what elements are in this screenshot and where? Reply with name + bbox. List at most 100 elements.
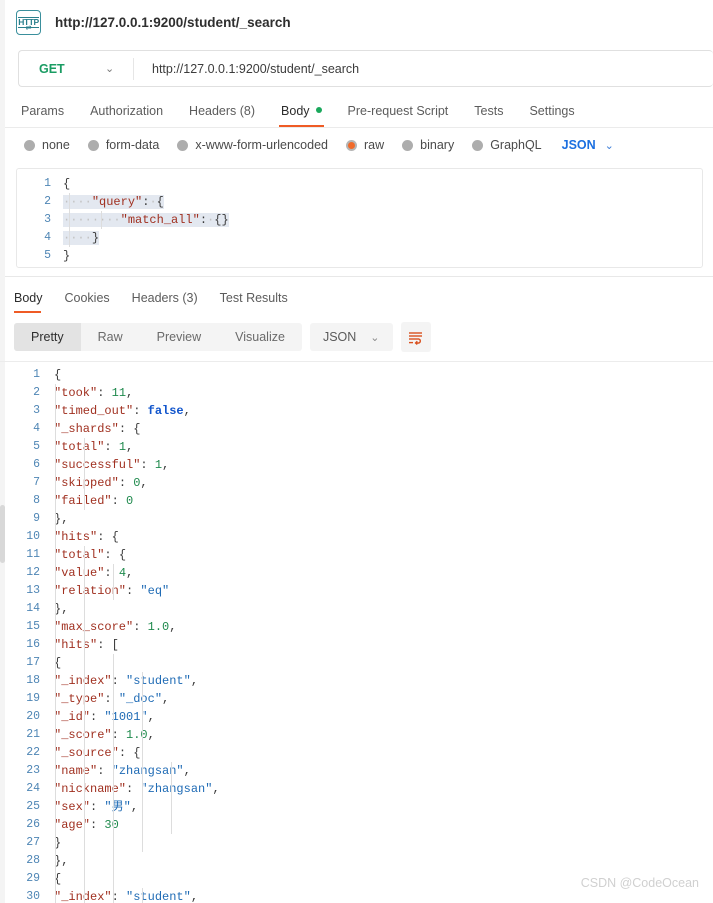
indent-guide	[69, 229, 70, 247]
indent-guide	[142, 690, 143, 708]
indent-guide	[55, 564, 56, 582]
code-line-content: "sex": "男",	[54, 798, 713, 816]
code-line-content: "value": 4,	[54, 564, 134, 582]
radio-icon[interactable]	[87, 139, 99, 151]
body-type-raw[interactable]: raw	[346, 138, 384, 152]
line-number: 4	[33, 422, 40, 435]
request-format-label: JSON	[561, 138, 596, 152]
line-number: 22	[26, 746, 40, 759]
request-tab-pre-request-script[interactable]: Pre-request Script	[335, 104, 462, 127]
indent-guide	[69, 193, 70, 211]
request-format-select[interactable]: JSON ⌄	[562, 138, 614, 152]
indent-guide	[84, 780, 85, 798]
view-mode-preview[interactable]: Preview	[140, 323, 218, 351]
indent-guide	[142, 798, 143, 816]
code-line: 1{	[17, 175, 702, 193]
method-label[interactable]: GET	[19, 62, 105, 76]
body-type-graphql[interactable]: GraphQL	[472, 138, 542, 152]
indent-guide	[55, 456, 56, 474]
chevron-down-icon[interactable]: ⌄	[105, 62, 133, 75]
request-tab-params[interactable]: Params	[16, 104, 77, 127]
indent-guide	[142, 888, 143, 903]
url-bar: GET ⌄ http://127.0.0.1:9200/student/_sea…	[18, 50, 713, 87]
indent-guide	[55, 780, 56, 798]
radio-icon[interactable]	[24, 139, 35, 151]
indent-guide	[142, 726, 143, 744]
request-tab-authorization[interactable]: Authorization	[77, 104, 176, 127]
code-line-content: "failed": 0	[54, 492, 134, 510]
indent-guide	[142, 708, 143, 726]
response-body-panel: 1{2 "took": 11, 3 "timed_out": false, 4 "_sha…	[0, 361, 713, 903]
request-tab-body[interactable]: Body	[268, 104, 335, 127]
code-line-content: "total": 1,	[54, 438, 134, 456]
indent-guide	[84, 456, 85, 474]
line-number: 12	[26, 566, 40, 579]
body-type-none[interactable]: none	[24, 138, 70, 152]
radio-icon[interactable]	[402, 139, 414, 151]
response-tabs: Body Cookies Headers (3) Test Results	[0, 277, 713, 313]
code-line: 6 "successful": 1,	[0, 456, 713, 474]
radio-icon[interactable]	[346, 139, 357, 151]
indent-guide	[84, 582, 85, 600]
request-tab-tests[interactable]: Tests	[461, 104, 516, 127]
indent-guide	[142, 672, 143, 690]
radio-icon[interactable]	[472, 139, 484, 151]
indent-guide	[55, 636, 56, 654]
indent-guide	[55, 744, 56, 762]
code-line: 2 "took": 11,	[0, 384, 713, 402]
line-number: 20	[26, 710, 40, 723]
response-tab-test-results[interactable]: Test Results	[209, 291, 299, 313]
request-tab-headers-8[interactable]: Headers (8)	[176, 104, 268, 127]
code-line: 26 "age": 30	[0, 816, 713, 834]
url-input[interactable]: http://127.0.0.1:9200/student/_search	[134, 62, 359, 76]
line-number: 13	[26, 584, 40, 597]
wrap-lines-button[interactable]	[400, 322, 431, 352]
indent-guide	[55, 798, 56, 816]
response-tab-body[interactable]: Body	[14, 291, 54, 313]
view-mode-visualize[interactable]: Visualize	[218, 323, 302, 351]
radio-icon[interactable]	[177, 139, 189, 151]
indent-guide	[84, 744, 85, 762]
request-body-editor[interactable]: 1{2 ····"query":·{3 ········"match_all":·{…	[16, 168, 703, 268]
response-format-select[interactable]: JSON ⌄	[309, 323, 393, 351]
code-line: 8 "failed": 0	[0, 492, 713, 510]
code-line-content: }	[54, 834, 713, 852]
url-bar-wrapper: GET ⌄ http://127.0.0.1:9200/student/_sea…	[0, 44, 713, 87]
indent-guide	[55, 726, 56, 744]
code-line: 28},	[0, 852, 713, 870]
indent-guide	[113, 798, 114, 816]
indent-guide	[84, 798, 85, 816]
code-line: 14},	[0, 600, 713, 618]
response-tab-headers-3[interactable]: Headers (3)	[121, 291, 209, 313]
code-line-content: {	[63, 177, 71, 191]
code-line: 7 "skipped": 0,	[0, 474, 713, 492]
indent-guide	[142, 780, 143, 798]
body-type-form-data[interactable]: form-data	[87, 138, 159, 152]
view-mode-raw[interactable]: Raw	[81, 323, 140, 351]
body-type-binary[interactable]: binary	[402, 138, 454, 152]
response-body-editor[interactable]: 1{2 "took": 11, 3 "timed_out": false, 4 "_sha…	[0, 366, 713, 903]
indent-guide	[84, 708, 85, 726]
response-format-label: JSON	[322, 330, 357, 344]
body-type-options: none form-data x-www-form-urlencoded raw bin…	[0, 128, 713, 162]
code-line-content: ····}	[63, 229, 100, 247]
indent-guide	[113, 852, 114, 870]
line-number: 24	[26, 782, 40, 795]
indent-guide	[113, 816, 114, 834]
code-line: 3 ········"match_all":·{}	[17, 211, 702, 229]
code-line-content: "hits": {	[54, 528, 119, 546]
request-tab-settings[interactable]: Settings	[516, 104, 587, 127]
response-view-modes: Pretty Raw Preview Visualize	[14, 323, 302, 351]
response-tab-cookies[interactable]: Cookies	[54, 291, 121, 313]
code-line-content: "name": "zhangsan",	[54, 762, 191, 780]
indent-guide	[84, 474, 85, 492]
indent-guide	[171, 798, 172, 816]
view-mode-pretty[interactable]: Pretty	[14, 323, 81, 351]
tab-label: Settings	[529, 104, 575, 118]
body-type-x-www-form-urlencoded[interactable]: x-www-form-urlencoded	[177, 138, 328, 152]
indent-guide	[113, 870, 114, 888]
indent-guide	[69, 211, 70, 229]
code-line-content: {	[54, 368, 62, 382]
indent-guide	[55, 510, 56, 528]
code-line: 13 "relation": "eq"	[0, 582, 713, 600]
